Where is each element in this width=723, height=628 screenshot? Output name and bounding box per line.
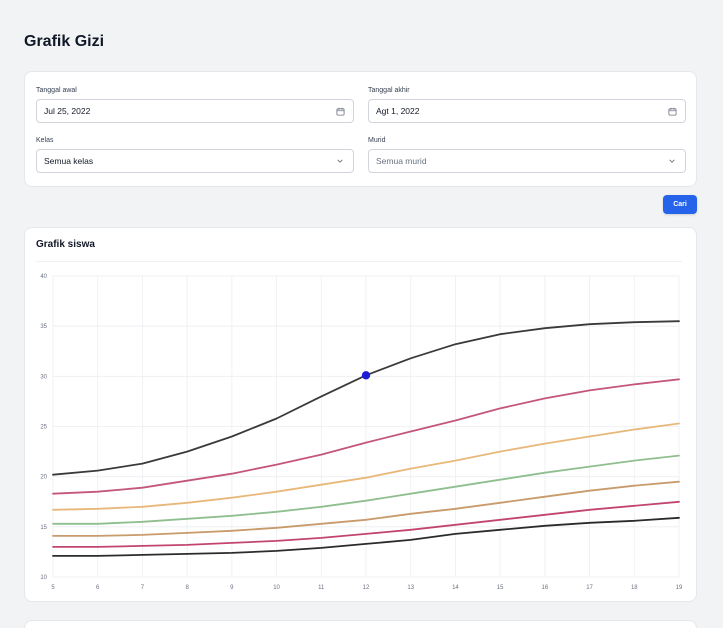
class-value: Semua kelas bbox=[44, 156, 94, 166]
x-tick-label: 13 bbox=[407, 585, 414, 591]
start-date-input[interactable]: Jul 25, 2022 bbox=[36, 99, 354, 123]
y-tick-label: 30 bbox=[40, 374, 47, 380]
x-tick-label: 16 bbox=[542, 585, 549, 591]
calendar-icon[interactable] bbox=[335, 106, 345, 116]
growth-line-chart: 5 6 7 8 9 10 11 12 13 14 15 16 17 18 19 10 15 20 25 30 35 40 bbox=[40, 274, 683, 591]
student-select[interactable]: Semua murid bbox=[368, 149, 686, 173]
x-tick-label: 7 bbox=[141, 585, 145, 591]
student-field: Murid Semua murid bbox=[368, 137, 686, 173]
search-button[interactable]: Cari bbox=[663, 195, 697, 214]
class-field: Kelas Semua kelas bbox=[36, 137, 354, 173]
x-tick-label: 11 bbox=[318, 585, 325, 591]
next-card bbox=[24, 620, 697, 628]
x-tick-label: 15 bbox=[497, 585, 504, 591]
page-title: Grafik Gizi bbox=[24, 33, 105, 50]
chevron-down-icon bbox=[667, 156, 677, 166]
x-tick-label: 17 bbox=[586, 585, 593, 591]
filter-card: Tanggal awal Jul 25, 2022 Tanggal akhir … bbox=[24, 71, 697, 187]
chart-card: Grafik siswa 5 6 7 8 9 10 11 12 13 14 15 16 17 18 19 10… bbox=[24, 227, 697, 602]
y-tick-label: 25 bbox=[40, 425, 47, 431]
start-date-label: Tanggal awal bbox=[36, 87, 77, 94]
x-tick-label: 12 bbox=[363, 585, 370, 591]
class-label: Kelas bbox=[36, 137, 54, 144]
x-tick-label: 19 bbox=[676, 585, 683, 591]
student-placeholder: Semua murid bbox=[376, 156, 427, 166]
y-tick-label: 20 bbox=[40, 475, 47, 481]
x-tick-label: 5 bbox=[51, 585, 55, 591]
calendar-icon[interactable] bbox=[667, 106, 677, 116]
start-date-value: Jul 25, 2022 bbox=[44, 106, 91, 116]
end-date-input[interactable]: Agt 1, 2022 bbox=[368, 99, 686, 123]
y-tick-label: 35 bbox=[40, 324, 47, 330]
x-tick-label: 14 bbox=[452, 585, 459, 591]
y-tick-label: 10 bbox=[40, 575, 47, 581]
x-tick-label: 18 bbox=[631, 585, 638, 591]
page: Grafik Gizi Tanggal awal Jul 25, 2022 Ta… bbox=[0, 0, 723, 628]
start-date-field: Tanggal awal Jul 25, 2022 bbox=[36, 87, 354, 123]
y-tick-label: 40 bbox=[40, 274, 47, 280]
student-label: Murid bbox=[368, 137, 386, 144]
chevron-down-icon bbox=[335, 156, 345, 166]
highlighted-data-point bbox=[361, 371, 371, 380]
x-tick-label: 9 bbox=[230, 585, 234, 591]
x-tick-label: 6 bbox=[96, 585, 100, 591]
y-tick-label: 15 bbox=[40, 525, 47, 531]
x-tick-label: 8 bbox=[185, 585, 189, 591]
class-select[interactable]: Semua kelas bbox=[36, 149, 354, 173]
x-tick-label: 10 bbox=[273, 585, 280, 591]
end-date-value: Agt 1, 2022 bbox=[376, 106, 420, 116]
end-date-label: Tanggal akhir bbox=[368, 87, 410, 94]
end-date-field: Tanggal akhir Agt 1, 2022 bbox=[368, 87, 686, 123]
